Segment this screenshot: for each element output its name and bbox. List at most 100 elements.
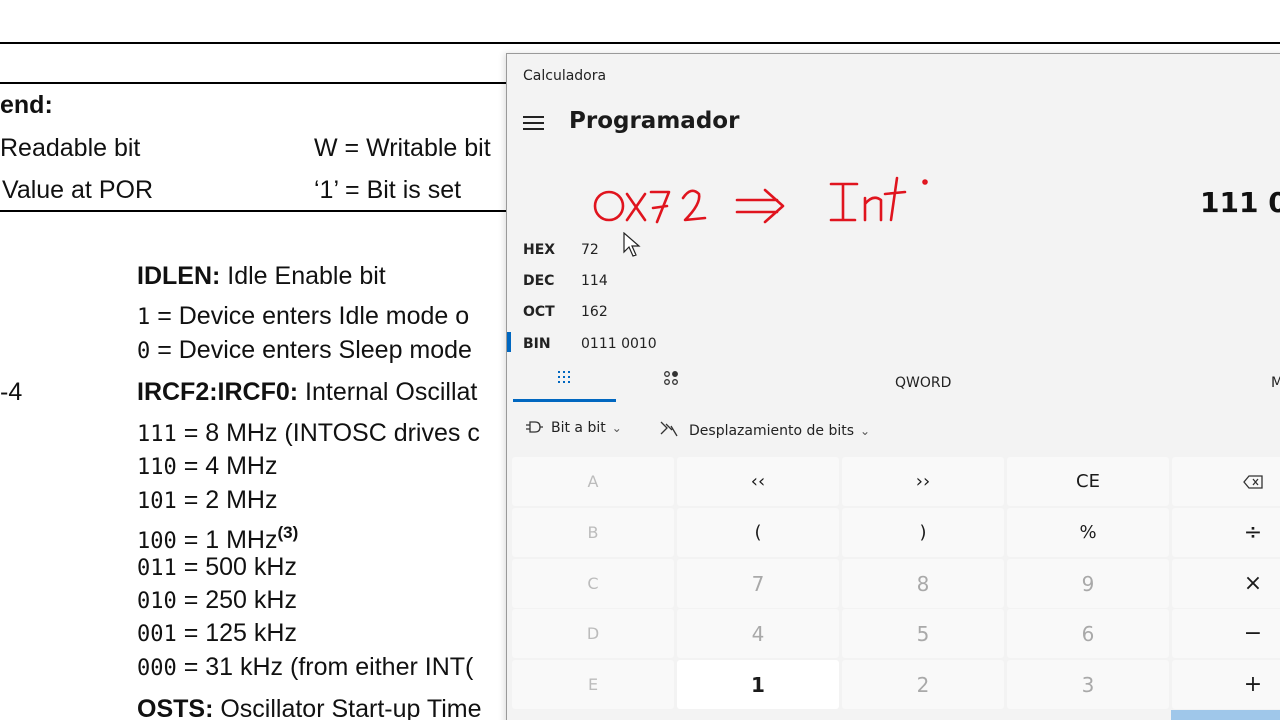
key-percent[interactable]: % bbox=[1007, 508, 1169, 557]
footnote-ref: (3) bbox=[277, 523, 299, 542]
radix-bin-row[interactable]: BIN 0111 0010 bbox=[507, 330, 907, 360]
ircf-label: IRCF2:IRCF0: bbox=[137, 378, 299, 406]
mode-title: Programador bbox=[569, 108, 740, 134]
memory-button-partial[interactable]: M bbox=[1271, 375, 1280, 391]
key-open-paren[interactable]: ( bbox=[677, 508, 839, 557]
ircf-row: 000 = 31 kHz (from either INT( bbox=[137, 652, 473, 684]
key-9[interactable]: 9 bbox=[1007, 559, 1169, 608]
active-tab-underline bbox=[513, 399, 616, 402]
ircf-text: = 250 kHz bbox=[183, 586, 297, 614]
idlen-0-text: = Device enters Sleep mode bbox=[157, 336, 472, 364]
key-1[interactable]: 1 bbox=[677, 660, 839, 709]
radix-oct-value: 162 bbox=[581, 304, 608, 320]
ircf-row: 010 = 250 kHz bbox=[137, 585, 297, 617]
ircf-code: 000 bbox=[137, 656, 177, 681]
legend-readable: Readable bit bbox=[0, 134, 141, 162]
bit-shift-icon bbox=[660, 421, 678, 437]
key-hex-d[interactable]: D bbox=[512, 609, 674, 658]
idlen-1-text: = Device enters Idle mode o bbox=[157, 302, 470, 330]
radix-oct-row[interactable]: OCT 162 bbox=[507, 298, 907, 328]
key-7[interactable]: 7 bbox=[677, 559, 839, 608]
bit-toggle-keypad-icon bbox=[664, 371, 678, 385]
window-title: Calculadora bbox=[523, 68, 607, 84]
screen: end: Readable bit W = Writable bit Value… bbox=[0, 0, 1280, 720]
bit-shift-dropdown[interactable]: Desplazamiento de bits ⌄ bbox=[659, 420, 870, 442]
backspace-key[interactable] bbox=[1172, 457, 1280, 506]
radix-dec-value: 114 bbox=[581, 273, 608, 289]
result-display: 111 00 bbox=[1200, 186, 1280, 219]
radix-dec-label: DEC bbox=[523, 273, 555, 289]
key-multiply[interactable]: × bbox=[1172, 559, 1280, 608]
calculator-window: Calculadora Programador 111 00 bbox=[506, 53, 1280, 720]
bitwise-label: Bit a bit bbox=[551, 420, 606, 436]
ircf-text: = 31 kHz (from either INT( bbox=[183, 653, 474, 681]
legend-heading: end: bbox=[0, 91, 53, 119]
key-hex-a[interactable]: A bbox=[512, 457, 674, 506]
idlen-1-code: 1 bbox=[137, 305, 151, 330]
radix-oct-label: OCT bbox=[523, 304, 555, 320]
radix-bin-value: 0111 0010 bbox=[581, 336, 657, 352]
ircf-heading: IRCF2:IRCF0: Internal Oscillat bbox=[137, 377, 477, 407]
logic-gate-icon bbox=[526, 421, 543, 433]
radix-hex-row[interactable]: HEX 72 bbox=[507, 236, 907, 266]
ircf-code: 100 bbox=[137, 529, 177, 554]
ircf-code: 010 bbox=[137, 589, 177, 614]
ircf-text: = 500 kHz bbox=[183, 553, 297, 581]
ircf-code: 001 bbox=[137, 622, 177, 647]
bit-range-label: -4 bbox=[0, 378, 23, 406]
ircf-text: = 8 MHz (INTOSC drives c bbox=[183, 419, 480, 447]
idlen-desc: Idle Enable bit bbox=[220, 262, 386, 290]
idlen-heading: IDLEN: Idle Enable bit bbox=[137, 261, 386, 291]
key-6[interactable]: 6 bbox=[1007, 609, 1169, 658]
key-5[interactable]: 5 bbox=[842, 609, 1004, 658]
radix-hex-value: 72 bbox=[581, 242, 599, 258]
ircf-row: 011 = 500 kHz bbox=[137, 552, 297, 584]
legend-value-por: Value at POR bbox=[2, 176, 154, 204]
key-divide[interactable]: ÷ bbox=[1172, 508, 1280, 557]
radix-bin-label: BIN bbox=[523, 336, 551, 352]
ircf-row: 111 = 8 MHz (INTOSC drives c bbox=[137, 418, 480, 450]
ircf-code: 110 bbox=[137, 455, 177, 480]
key-clear-entry[interactable]: CE bbox=[1007, 457, 1169, 506]
word-size-toggle[interactable]: QWORD bbox=[895, 375, 951, 391]
key-shift-right[interactable]: ›› bbox=[842, 457, 1004, 506]
hamburger-menu-icon[interactable] bbox=[523, 114, 545, 132]
key-hex-b[interactable]: B bbox=[512, 508, 674, 557]
osts-desc: Oscillator Start-up Time bbox=[213, 695, 482, 720]
full-keypad-icon bbox=[558, 371, 570, 383]
osts-heading: OSTS: Oscillator Start-up Time bbox=[137, 694, 482, 720]
ircf-code: 111 bbox=[137, 422, 177, 447]
selected-indicator bbox=[507, 332, 511, 352]
ircf-text: = 4 MHz bbox=[183, 452, 278, 480]
idlen-0-row: 0 = Device enters Sleep mode bbox=[137, 335, 472, 367]
bit-shift-label: Desplazamiento de bits bbox=[689, 423, 854, 439]
tab-bit-toggling-keypad[interactable] bbox=[657, 366, 687, 402]
key-8[interactable]: 8 bbox=[842, 559, 1004, 608]
ircf-text: = 1 MHz bbox=[183, 526, 278, 554]
key-close-paren[interactable]: ) bbox=[842, 508, 1004, 557]
bitwise-dropdown[interactable]: Bit a bit ⌄ bbox=[525, 420, 622, 442]
key-hex-c[interactable]: C bbox=[512, 559, 674, 608]
key-4[interactable]: 4 bbox=[677, 609, 839, 658]
table-rule-top bbox=[0, 42, 1280, 44]
key-2[interactable]: 2 bbox=[842, 660, 1004, 709]
equals-key-partial[interactable] bbox=[1171, 710, 1280, 720]
handwritten-annotation bbox=[593, 176, 928, 224]
key-hex-e[interactable]: E bbox=[512, 660, 674, 709]
idlen-0-code: 0 bbox=[137, 339, 151, 364]
ircf-code: 101 bbox=[137, 489, 177, 514]
ircf-text: = 125 kHz bbox=[183, 619, 297, 647]
ircf-text: = 2 MHz bbox=[183, 486, 278, 514]
osts-label: OSTS: bbox=[137, 695, 214, 720]
ircf-desc: Internal Oscillat bbox=[298, 378, 478, 406]
tab-full-keypad[interactable] bbox=[513, 366, 616, 402]
idlen-1-row: 1 = Device enters Idle mode o bbox=[137, 301, 469, 333]
ircf-code: 011 bbox=[137, 556, 177, 581]
key-3[interactable]: 3 bbox=[1007, 660, 1169, 709]
key-subtract[interactable]: − bbox=[1172, 609, 1280, 658]
key-add[interactable]: + bbox=[1172, 660, 1280, 709]
key-shift-left[interactable]: ‹‹ bbox=[677, 457, 839, 506]
radix-dec-row[interactable]: DEC 114 bbox=[507, 267, 907, 297]
chevron-down-icon: ⌄ bbox=[611, 421, 622, 435]
ircf-row: 101 = 2 MHz bbox=[137, 485, 277, 517]
